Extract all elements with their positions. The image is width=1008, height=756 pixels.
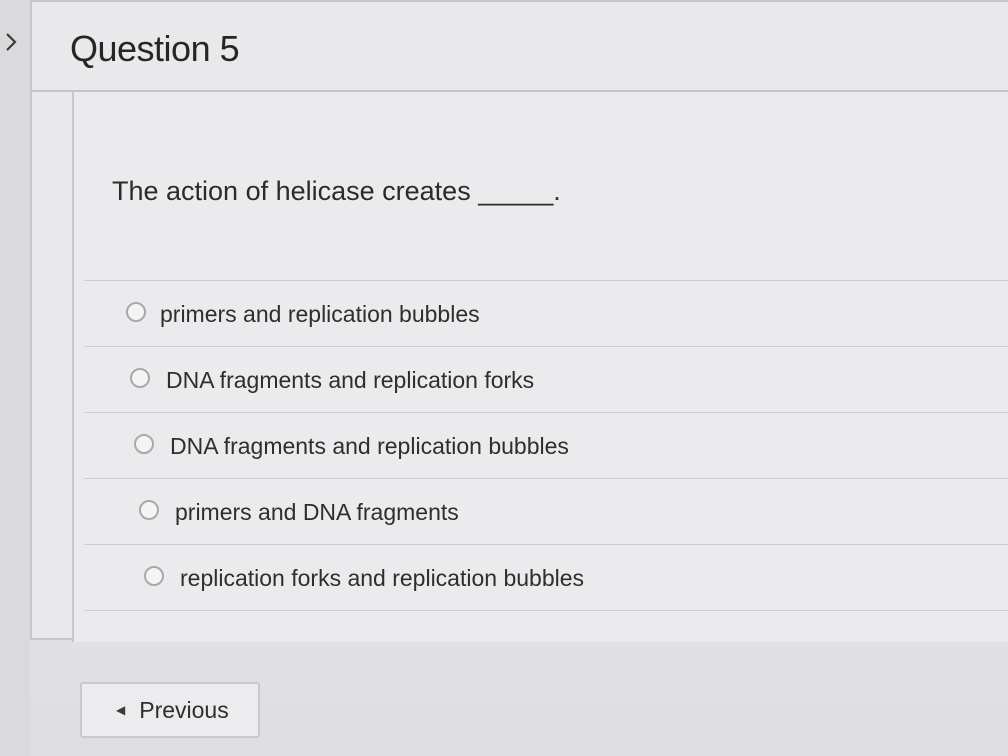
answer-label: replication forks and replication bubble… <box>180 565 585 591</box>
radio-button[interactable] <box>126 302 146 322</box>
radio-button[interactable] <box>130 368 150 388</box>
question-header: Question 5 <box>32 2 1008 92</box>
question-body: The action of helicase creates _____. pr… <box>72 92 1008 642</box>
question-title: Question 5 <box>70 28 240 69</box>
answer-option[interactable]: DNA fragments and replication bubbles <box>84 412 1008 478</box>
answer-label: DNA fragments and replication bubbles <box>170 433 569 459</box>
caret-left-icon: ◀ <box>116 703 126 717</box>
question-card: Question 5 The action of helicase create… <box>30 0 1008 642</box>
answer-option[interactable]: primers and DNA fragments <box>84 478 1008 544</box>
answer-option[interactable]: replication forks and replication bubble… <box>84 544 1008 611</box>
question-text: The action of helicase creates _____. <box>112 176 561 206</box>
answer-label: DNA fragments and replication forks <box>166 367 535 393</box>
previous-button[interactable]: ◀ Previous <box>80 682 260 738</box>
radio-button[interactable] <box>144 566 164 586</box>
radio-button[interactable] <box>139 500 159 520</box>
chevron-right-icon <box>6 33 17 51</box>
radio-button[interactable] <box>134 434 154 454</box>
answer-option[interactable]: primers and replication bubbles <box>84 280 1008 346</box>
answer-list: primers and replication bubbles DNA frag… <box>84 280 1008 611</box>
answer-label: primers and DNA fragments <box>175 499 459 525</box>
answer-label: primers and replication bubbles <box>160 301 480 327</box>
previous-label: Previous <box>139 696 229 723</box>
answer-option[interactable]: DNA fragments and replication forks <box>84 346 1008 412</box>
nav-toggle-button[interactable] <box>0 22 22 62</box>
left-rail <box>0 0 30 756</box>
